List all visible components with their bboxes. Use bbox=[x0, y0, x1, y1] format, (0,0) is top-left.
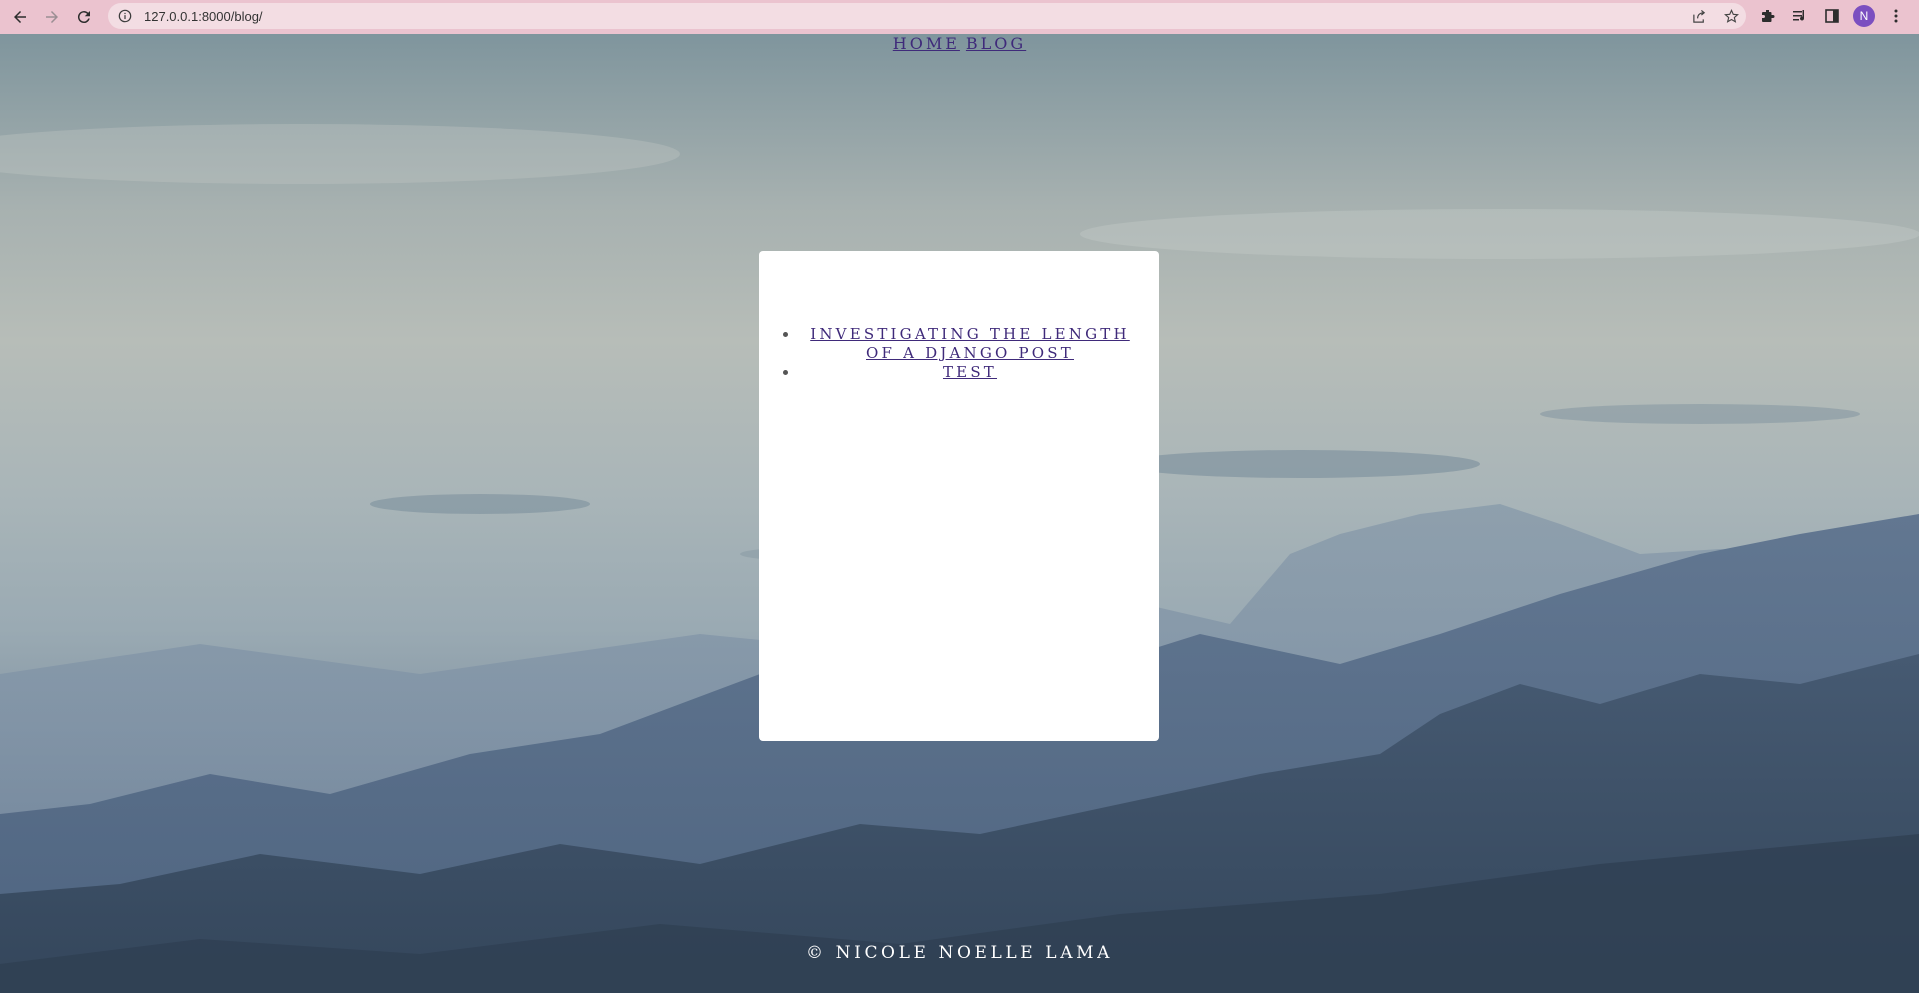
menu-kebab-icon[interactable] bbox=[1884, 2, 1908, 30]
posts-card: INVESTIGATING THE LENGTH OF A DJANGO POS… bbox=[759, 251, 1159, 741]
forward-button[interactable] bbox=[36, 2, 68, 32]
nav-blog-link[interactable]: BLOG bbox=[966, 34, 1026, 53]
avatar: N bbox=[1853, 5, 1875, 27]
profile-button[interactable]: N bbox=[1852, 2, 1876, 30]
url-text[interactable]: 127.0.0.1:8000/blog/ bbox=[144, 9, 263, 24]
nav-home-link[interactable]: HOME bbox=[893, 34, 960, 53]
browser-toolbar: 127.0.0.1:8000/blog/ N bbox=[0, 0, 1919, 34]
side-panel-icon[interactable] bbox=[1820, 2, 1844, 30]
back-button[interactable] bbox=[4, 2, 36, 32]
media-queue-icon[interactable] bbox=[1788, 2, 1812, 30]
page-background: HOME BLOG INVESTIGATING THE LENGTH OF A D… bbox=[0, 34, 1919, 993]
extensions-icon[interactable] bbox=[1756, 2, 1780, 30]
arrow-right-icon bbox=[46, 11, 58, 23]
post-list-item: INVESTIGATING THE LENGTH OF A DJANGO POS… bbox=[799, 325, 1159, 363]
reload-button[interactable] bbox=[68, 2, 100, 32]
address-bar[interactable]: 127.0.0.1:8000/blog/ bbox=[108, 3, 1746, 29]
footer-copyright: © NICOLE NOELLE LAMA bbox=[806, 943, 1113, 963]
info-icon[interactable] bbox=[118, 9, 132, 23]
bookmark-star-icon[interactable] bbox=[1722, 6, 1740, 26]
post-list-item: TEST bbox=[799, 363, 1159, 382]
post-link[interactable]: TEST bbox=[943, 363, 997, 381]
reload-icon bbox=[77, 11, 90, 24]
post-list: INVESTIGATING THE LENGTH OF A DJANGO POS… bbox=[759, 325, 1159, 382]
arrow-left-icon bbox=[14, 11, 26, 23]
top-nav: HOME BLOG bbox=[0, 34, 1919, 54]
post-link[interactable]: INVESTIGATING THE LENGTH OF A DJANGO POS… bbox=[810, 325, 1130, 362]
share-icon[interactable] bbox=[1690, 6, 1708, 26]
